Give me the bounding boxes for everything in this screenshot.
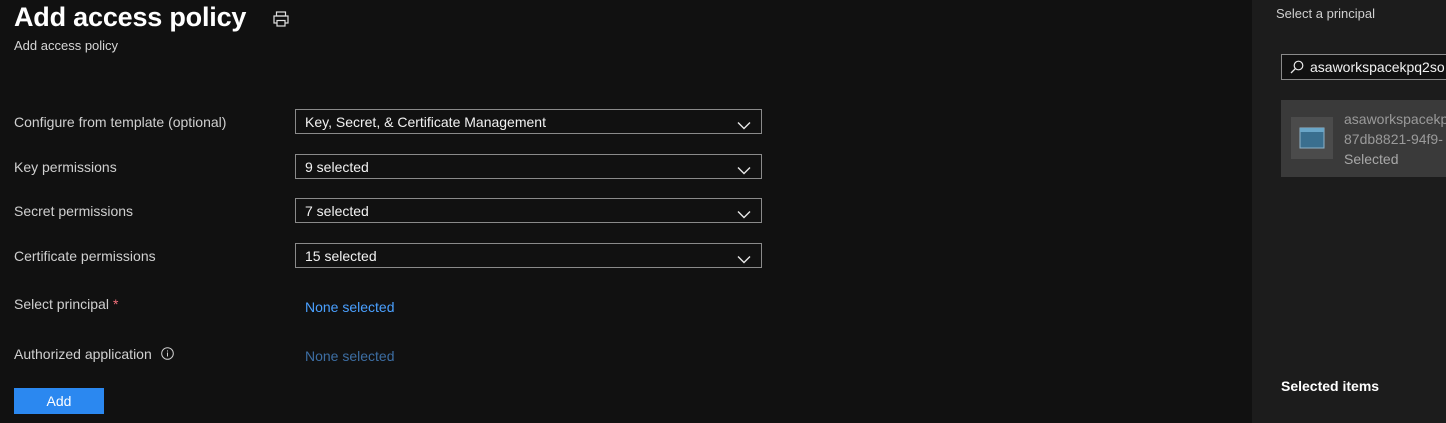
chevron-down-icon <box>737 251 751 264</box>
app-registration-icon <box>1299 127 1325 149</box>
select-principal-link[interactable]: None selected <box>295 299 395 315</box>
add-access-policy-pane: Add access policy Add access policy Conf… <box>0 0 1252 423</box>
template-dropdown[interactable]: Key, Secret, & Certificate Management <box>295 109 762 134</box>
page-subtitle: Add access policy <box>14 38 119 53</box>
principal-row: Select principal * None selected <box>14 293 395 315</box>
selected-items-heading: Selected items <box>1281 378 1380 394</box>
authorized-application-row: Authorized application None selected <box>14 343 395 365</box>
principal-status: Selected <box>1344 151 1399 167</box>
chevron-down-icon <box>737 162 751 175</box>
certificate-permissions-label: Certificate permissions <box>14 247 156 264</box>
certificate-permissions-row: Certificate permissions 15 selected <box>14 243 762 268</box>
template-row: Configure from template (optional) Key, … <box>14 109 762 134</box>
required-marker: * <box>112 296 119 312</box>
secret-permissions-value: 7 selected <box>305 202 369 219</box>
authorized-application-label: Authorized application <box>14 346 295 362</box>
secret-permissions-dropdown[interactable]: 7 selected <box>295 198 762 223</box>
authorized-application-link: None selected <box>305 348 395 364</box>
secret-permissions-row: Secret permissions 7 selected <box>14 198 762 223</box>
print-icon[interactable] <box>272 10 290 28</box>
info-icon[interactable] <box>160 347 174 360</box>
key-permissions-label: Key permissions <box>14 158 117 175</box>
authorized-application-label-text: Authorized application <box>14 345 152 362</box>
principal-result-item[interactable]: asaworkspacekpq2so 87db8821-94f9- Select… <box>1281 100 1446 177</box>
template-value: Key, Secret, & Certificate Management <box>305 113 546 130</box>
add-button[interactable]: Add <box>14 388 104 414</box>
certificate-permissions-dropdown[interactable]: 15 selected <box>295 243 762 268</box>
principal-label: Select principal * <box>14 296 295 312</box>
key-permissions-value: 9 selected <box>305 158 369 175</box>
avatar <box>1291 117 1333 159</box>
page-title: Add access policy <box>14 2 247 32</box>
chevron-down-icon <box>737 206 751 219</box>
select-principal-panel: Select a principal asaworkspacekpq2so as… <box>1252 0 1446 423</box>
page: Add access policy Add access policy Conf… <box>0 0 1446 423</box>
key-permissions-row: Key permissions 9 selected <box>14 154 762 179</box>
principal-search-box[interactable] <box>1281 54 1446 80</box>
principal-result-text: asaworkspacekpq2so 87db8821-94f9- Select… <box>1344 109 1446 169</box>
principal-name: asaworkspacekpq2so <box>1344 111 1446 127</box>
title-row: Add access policy <box>14 2 290 33</box>
template-label: Configure from template (optional) <box>14 113 227 130</box>
search-icon <box>1290 60 1304 74</box>
principal-search-input[interactable] <box>1310 59 1446 75</box>
secret-permissions-label: Secret permissions <box>14 202 134 219</box>
certificate-permissions-value: 15 selected <box>305 247 377 264</box>
principal-id: 87db8821-94f9- <box>1344 131 1443 147</box>
key-permissions-dropdown[interactable]: 9 selected <box>295 154 762 179</box>
panel-heading: Select a principal <box>1276 6 1375 21</box>
principal-label-text: Select principal <box>14 296 109 312</box>
chevron-down-icon <box>737 117 751 130</box>
